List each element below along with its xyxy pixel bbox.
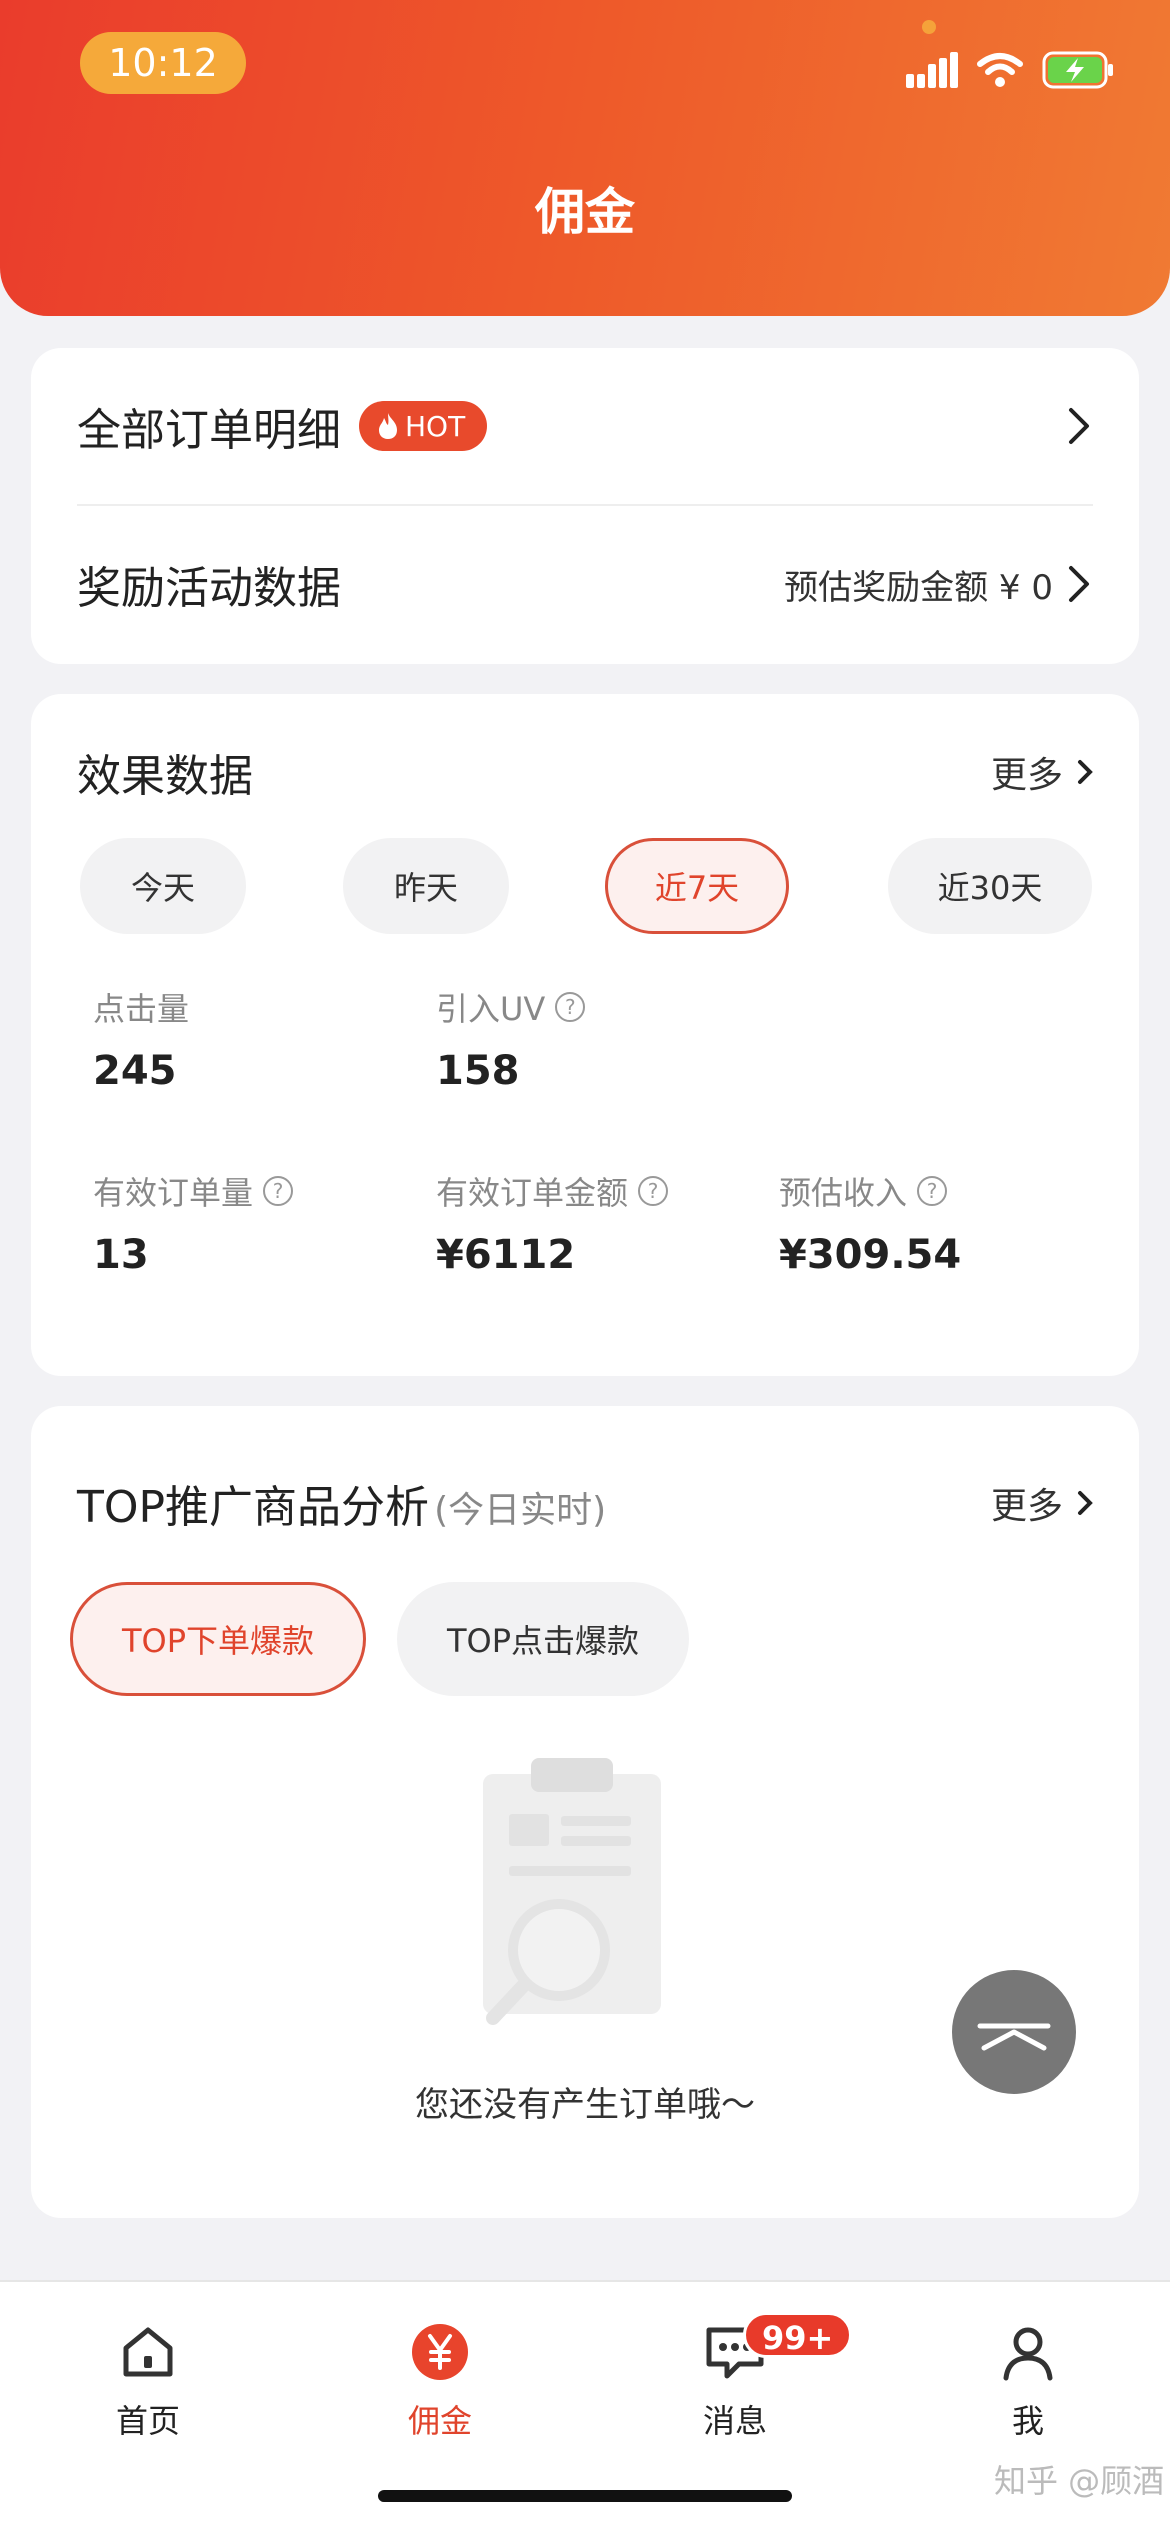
more-label: 更多 — [990, 755, 1063, 796]
metric-uv-value: 158 — [436, 1048, 520, 1094]
home-icon — [123, 2327, 173, 2377]
range-yesterday[interactable]: 昨天 — [343, 838, 509, 934]
top-products-subtitle: (今日实时) — [434, 1490, 607, 1531]
person-icon — [1003, 2327, 1053, 2381]
effect-more-link[interactable]: 更多 — [991, 746, 1093, 798]
tab-me[interactable]: 我 — [948, 2322, 1108, 2462]
home-indicator[interactable] — [378, 2490, 792, 2502]
empty-state-text: 您还没有产生订单哦～ — [415, 2085, 755, 2125]
help-icon[interactable]: ? — [638, 1176, 669, 1206]
reward-data-row[interactable]: 奖励活动数据 预估奖励金额 ¥ 0 — [77, 506, 1093, 662]
chevron-right-icon — [1069, 566, 1089, 602]
hot-badge: HOT — [359, 401, 488, 451]
more-label: 更多 — [990, 1486, 1063, 1527]
metric-clicks-value: 245 — [93, 1048, 177, 1094]
scroll-top-button[interactable] — [952, 1970, 1076, 2094]
status-icons — [906, 48, 1114, 92]
hot-badge-label: HOT — [405, 409, 466, 443]
tab-messages[interactable]: 99+ 消息 — [655, 2312, 853, 2462]
reward-estimate: 预估奖励金额 ¥ 0 — [784, 567, 1053, 608]
page-title: 佣金 — [535, 183, 635, 241]
help-icon[interactable]: ? — [555, 992, 586, 1022]
range-7days[interactable]: 近7天 — [605, 838, 789, 934]
tab-top-orders[interactable]: TOP下单爆款 — [70, 1582, 366, 1696]
chevron-right-icon — [1078, 1491, 1093, 1515]
tab-commission-label: 佣金 — [407, 2402, 472, 2440]
camera-indicator-dot — [922, 20, 936, 34]
chevron-right-icon — [1069, 408, 1089, 444]
effect-data-card: 效果数据 更多 今天 昨天 近7天 近30天 点击量 245 引入UV ? 15… — [31, 694, 1139, 1376]
metric-order-amount-label: 有效订单金额 ? — [436, 1168, 669, 1214]
top-products-heading: TOP推广商品分析 (今日实时) — [77, 1471, 606, 1535]
top-products-title: TOP推广商品分析 — [77, 1482, 430, 1533]
tab-commission[interactable]: 佣金 — [360, 2322, 520, 2462]
status-time: 10:12 — [80, 32, 246, 94]
wifi-icon — [977, 53, 1023, 87]
metric-uv-label: 引入UV ? — [436, 984, 586, 1030]
metric-income-value: ¥309.54 — [779, 1232, 962, 1278]
tab-messages-label: 消息 — [702, 2402, 767, 2440]
help-icon[interactable]: ? — [263, 1176, 294, 1206]
metric-order-amount-value: ¥6112 — [436, 1232, 576, 1278]
metric-orders-label: 有效订单量 ? — [93, 1168, 294, 1214]
range-30days[interactable]: 近30天 — [888, 838, 1092, 934]
reward-data-label: 奖励活动数据 — [77, 563, 341, 614]
empty-clipboard-icon — [483, 1758, 661, 2025]
scroll-up-icon — [977, 2023, 1051, 2051]
help-icon[interactable]: ? — [917, 1176, 948, 1206]
metric-orders-value: 13 — [93, 1232, 149, 1278]
range-today[interactable]: 今天 — [80, 838, 246, 934]
tab-home[interactable]: 首页 — [68, 2322, 228, 2462]
yen-icon — [412, 2324, 468, 2380]
all-orders-row[interactable]: 全部订单明细 HOT — [77, 348, 1093, 504]
orders-card: 全部订单明细 HOT 奖励活动数据 预估奖励金额 ¥ 0 — [31, 348, 1139, 664]
header-bar: 10:12 佣金 — [0, 0, 1170, 316]
top-products-card: TOP推广商品分析 (今日实时) 更多 TOP下单爆款 TOP点击爆款 您还没有… — [31, 1406, 1139, 2218]
tab-home-label: 首页 — [115, 2402, 180, 2440]
top-more-link[interactable]: 更多 — [991, 1477, 1093, 1529]
all-orders-label: 全部订单明细 — [77, 405, 341, 456]
metric-income-label: 预估收入 ? — [779, 1168, 948, 1214]
message-count-badge: 99+ — [743, 2312, 853, 2358]
signal-icon — [906, 52, 958, 88]
flame-icon — [379, 413, 397, 439]
metric-clicks-label: 点击量 — [93, 990, 190, 1028]
tab-me-label: 我 — [1011, 2402, 1044, 2440]
watermark: 知乎 @顾酒 — [994, 2462, 1165, 2500]
tab-top-clicks[interactable]: TOP点击爆款 — [397, 1582, 689, 1696]
battery-icon — [1042, 51, 1113, 89]
effect-data-title: 效果数据 — [77, 751, 253, 802]
chevron-right-icon — [1078, 760, 1093, 784]
